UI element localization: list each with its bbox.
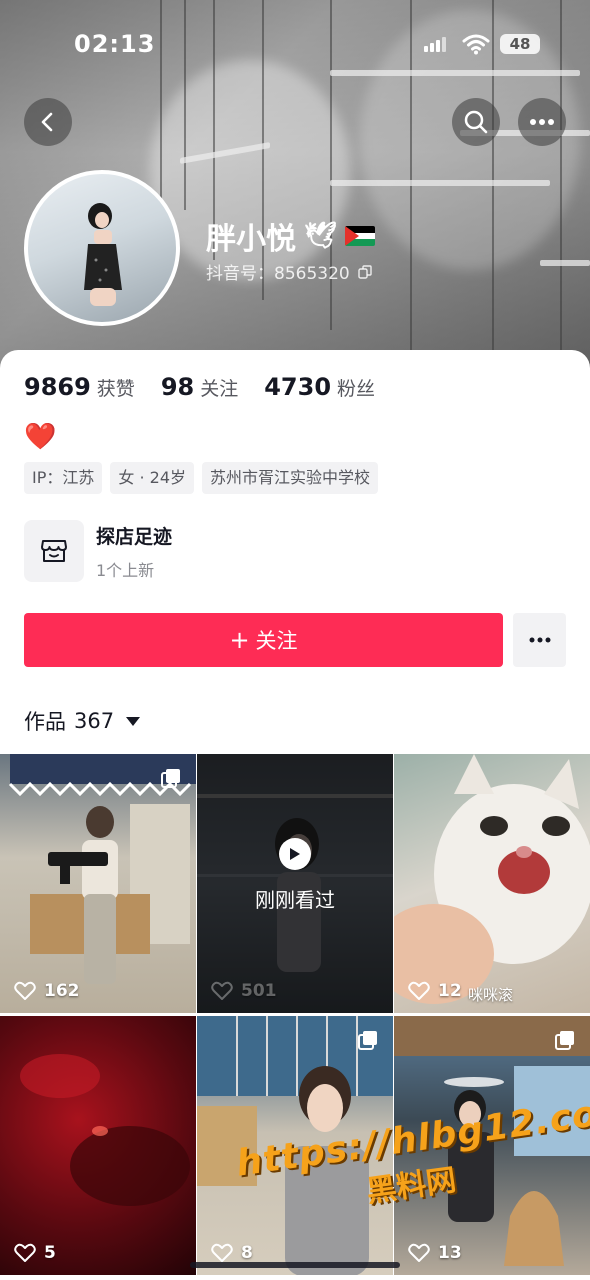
stat-following[interactable]: 98 关注 xyxy=(161,373,238,401)
stat-following-label: 关注 xyxy=(200,378,239,400)
battery-icon: 48 xyxy=(500,34,540,54)
stat-likes[interactable]: 9869 获赞 xyxy=(24,373,135,401)
plus-icon: + xyxy=(229,626,250,654)
back-button[interactable] xyxy=(24,98,72,146)
heart-outline-icon xyxy=(14,1243,36,1262)
cellular-signal-icon xyxy=(424,36,446,52)
copy-icon[interactable] xyxy=(358,264,372,279)
works-label: 作品 xyxy=(24,710,66,734)
video-like-count-text: 5 xyxy=(44,1243,56,1263)
video-like-count: 13 xyxy=(408,1243,462,1263)
dove-emoji-icon: 🕊 xyxy=(304,221,338,251)
profile-name-text: 胖小悦 xyxy=(206,222,296,257)
stat-likes-label: 获赞 xyxy=(96,378,135,400)
storefront-icon xyxy=(24,520,84,582)
more-options-button[interactable] xyxy=(518,98,566,146)
douyin-id-text: 抖音号：8565320 xyxy=(206,264,350,284)
video-thumbnail-scene xyxy=(8,754,196,984)
ellipsis-icon xyxy=(530,119,554,125)
stat-followers-value: 4730 xyxy=(264,373,332,401)
multi-image-icon xyxy=(358,1031,377,1050)
video-like-count-text: 13 xyxy=(438,1243,462,1263)
play-icon xyxy=(279,838,311,870)
video-like-count-text: 501 xyxy=(241,981,277,1001)
home-indicator[interactable] xyxy=(190,1262,400,1268)
shop-card-title: 探店足迹 xyxy=(96,525,173,548)
multi-image-icon xyxy=(555,1031,574,1050)
profile-name: 胖小悦 🕊 xyxy=(206,214,376,258)
video-thumbnail-scene xyxy=(394,754,590,1004)
follow-more-button[interactable] xyxy=(513,613,566,667)
multi-image-icon xyxy=(161,769,180,788)
video-like-count: 162 xyxy=(14,981,80,1001)
stat-followers-label: 粉丝 xyxy=(337,378,376,400)
chevron-left-icon xyxy=(41,112,53,132)
watched-overlay: 刚刚看过 xyxy=(197,754,393,1013)
status-bar: 02:13 48 xyxy=(0,0,590,90)
heart-outline-icon xyxy=(211,981,233,1000)
wifi-icon xyxy=(462,33,490,55)
video-thumbnail[interactable]: 刚刚看过 501 xyxy=(197,754,393,1013)
video-like-count-text: 162 xyxy=(44,981,80,1001)
watched-label: 刚刚看过 xyxy=(255,888,335,912)
works-count: 367 xyxy=(74,709,115,733)
video-like-count: 501 xyxy=(211,981,277,1001)
works-tab[interactable]: 作品 367 xyxy=(24,706,141,736)
search-icon xyxy=(464,110,488,134)
video-caption: 咪咪滚 xyxy=(468,986,514,1004)
video-thumbnail-scene xyxy=(20,1054,190,1206)
ellipsis-icon xyxy=(529,637,550,643)
tag-ip-location: IP：江苏 xyxy=(24,462,103,494)
shop-visits-card[interactable]: 探店足迹 1个上新 xyxy=(24,520,172,582)
palestine-flag-icon xyxy=(345,226,376,246)
profile-tags: IP：江苏 女 · 24岁 苏州市胥江实验中学校 xyxy=(24,462,379,494)
douyin-id[interactable]: 抖音号：8565320 xyxy=(206,259,372,284)
follow-button-label: 关注 xyxy=(255,629,298,653)
search-button[interactable] xyxy=(452,98,500,146)
bio-heart-emoji: ❤️ xyxy=(24,422,57,452)
video-like-count-text: 12 xyxy=(438,981,462,1001)
video-thumbnail[interactable]: 162 xyxy=(0,754,196,1013)
stat-followers[interactable]: 4730 粉丝 xyxy=(264,373,375,401)
stat-following-value: 98 xyxy=(160,373,195,401)
shop-card-subtitle: 1个上新 xyxy=(96,560,155,580)
video-like-count: 8 xyxy=(211,1243,253,1263)
tag-gender-age: 女 · 24岁 xyxy=(110,462,194,494)
video-like-count-text: 8 xyxy=(241,1243,253,1263)
video-like-count: 12 xyxy=(408,981,462,1001)
avatar-person-figure xyxy=(84,203,122,306)
heart-outline-icon xyxy=(14,981,36,1000)
heart-outline-icon xyxy=(408,1243,430,1262)
video-like-count: 5 xyxy=(14,1243,56,1263)
status-time: 02:13 xyxy=(74,30,156,58)
follow-button[interactable]: + 关注 xyxy=(24,613,503,667)
caret-down-icon[interactable] xyxy=(126,716,141,726)
profile-stats: 9869 获赞 98 关注 4730 粉丝 xyxy=(24,373,401,401)
avatar[interactable] xyxy=(24,170,180,326)
heart-outline-icon xyxy=(408,981,430,1000)
video-thumbnail[interactable]: 5 xyxy=(0,1016,196,1275)
tag-school[interactable]: 苏州市胥江实验中学校 xyxy=(202,462,379,494)
heart-outline-icon xyxy=(211,1243,233,1262)
stat-likes-value: 9869 xyxy=(24,373,91,401)
video-thumbnail[interactable]: 12 咪咪滚 xyxy=(394,754,590,1013)
